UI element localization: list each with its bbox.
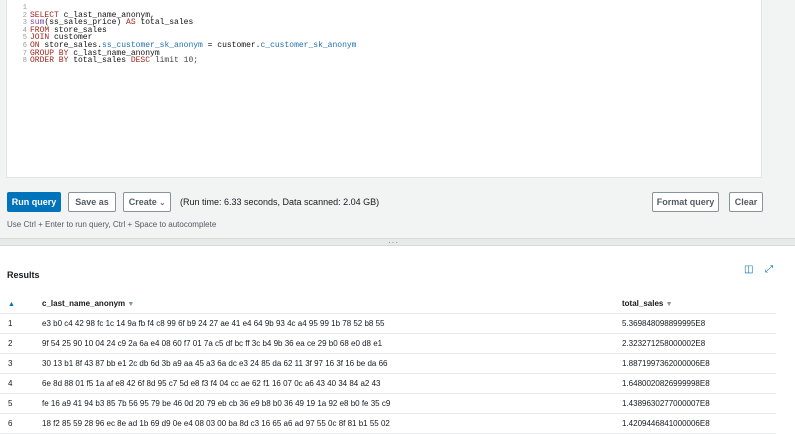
row-number: 5 (0, 393, 42, 414)
code-token: DESC (130, 56, 151, 66)
code-text: ORDER BY total_sales DESC limit 10; (30, 57, 198, 65)
resize-divider[interactable]: ··· (0, 238, 795, 247)
format-query-button[interactable]: Format query (652, 192, 719, 212)
row-number: 1 (0, 313, 42, 334)
row-number: 4 (0, 373, 42, 394)
code-token: = customer. (202, 41, 261, 50)
code-token: AS (126, 18, 136, 28)
total-cell: 2.323271258000002E8 (622, 333, 776, 354)
create-label: Create (128, 197, 157, 207)
column-header-label: total_sales (622, 299, 664, 308)
table-row: 4 6e 8d 88 01 f5 1a af e8 42 6f 8d 95 c7 … (0, 373, 776, 394)
sort-column-header[interactable]: ▲ (0, 294, 42, 314)
name-cell: 18 f2 85 59 28 96 ec 8e ad 1b 69 d9 0e e… (42, 413, 622, 434)
results-table: ▲ c_last_name_anonym ▼ total_sales ▼ 1 e3… (0, 294, 776, 434)
query-editor[interactable]: 1 2 SELECT c_last_name_anonym, 3 sum(ss_sale… (6, 0, 762, 178)
save-as-button[interactable]: Save as (68, 192, 116, 212)
create-dropdown-button[interactable]: Create ⌄ (123, 192, 171, 212)
table-row: 5 fe 16 a9 41 94 b3 85 7b 56 95 79 be 46 … (0, 393, 776, 414)
row-number: 6 (0, 413, 42, 434)
download-icon[interactable]: ◫ (744, 264, 753, 275)
name-cell: 9f 54 25 90 10 04 24 c9 2a 6a e4 08 60 f… (42, 333, 622, 354)
row-number: 3 (0, 353, 42, 374)
results-title: Results (7, 270, 40, 280)
table-row: 6 18 f2 85 59 28 96 ec 8e ad 1b 69 d9 0e … (0, 413, 776, 434)
code-token: total_sales (68, 56, 131, 66)
run-query-button[interactable]: Run query (7, 192, 61, 212)
total-cell: 1.4209446841000006E8 (622, 413, 776, 434)
code-token: c_customer_sk_anonym (260, 41, 357, 50)
name-cell: e3 b0 c4 42 98 fc 1c 14 9a fb f4 c8 99 6… (42, 313, 622, 334)
expand-icon[interactable]: ⤢ (765, 264, 773, 275)
name-cell: 30 13 b1 8f 43 87 bb e1 2c db 6d 3b a9 a… (42, 353, 622, 374)
sort-up-icon: ▲ (8, 301, 15, 308)
total-cell: 1.6480020826999998E8 (622, 373, 776, 394)
caret-down-icon: ▼ (665, 301, 673, 308)
name-cell: 6e 8d 88 01 f5 1a af e8 42 6f 8d 95 c7 5… (42, 373, 622, 394)
keyboard-hint: Use Ctrl + Enter to run query, Ctrl + Sp… (7, 220, 217, 229)
table-row: 1 e3 b0 c4 42 98 fc 1c 14 9a fb f4 c8 99 … (0, 313, 776, 334)
table-header-row: ▲ c_last_name_anonym ▼ total_sales ▼ (0, 294, 776, 314)
line-number: 8 (22, 57, 27, 66)
table-row: 3 30 13 b1 8f 43 87 bb e1 2c db 6d 3b a9 … (0, 353, 776, 374)
run-info-text: (Run time: 6.33 seconds, Data scanned: 2… (180, 197, 380, 207)
code-token: ORDER BY (30, 56, 69, 66)
column-header-label: c_last_name_anonym (42, 299, 126, 308)
chevron-down-icon: ⌄ (159, 200, 166, 207)
total-cell: 1.8871997362000006E8 (622, 353, 776, 374)
caret-down-icon: ▼ (127, 301, 135, 308)
code-token: limit 10; (150, 56, 199, 66)
total-cell: 1.4389630277000007E8 (622, 393, 776, 414)
name-cell: fe 16 a9 41 94 b3 85 7b 56 95 79 be 46 0… (42, 393, 622, 414)
row-number: 2 (0, 333, 42, 354)
column-header-total[interactable]: total_sales ▼ (622, 294, 776, 314)
column-header-name[interactable]: c_last_name_anonym ▼ (42, 294, 622, 314)
code-token: total_sales (135, 18, 194, 28)
clear-button[interactable]: Clear (729, 192, 763, 212)
table-row: 2 9f 54 25 90 10 04 24 c9 2a 6a e4 08 60 … (0, 333, 776, 354)
results-panel: Results ◫ ⤢ ▲ c_last_name_anonym ▼ total… (0, 246, 795, 434)
total-cell: 5.369848098899995E8 (622, 313, 776, 334)
